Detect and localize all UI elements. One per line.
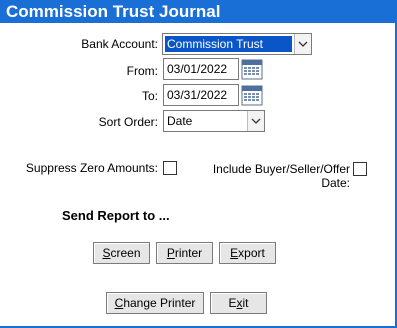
suppress-zero-checkbox[interactable]: [163, 161, 177, 175]
export-label: xport: [238, 246, 265, 260]
export-button[interactable]: Export: [219, 242, 276, 264]
bank-account-value: Commission Trust: [165, 36, 292, 52]
calendar-icon[interactable]: [241, 58, 263, 80]
sort-order-label: Sort Order:: [98, 115, 158, 129]
export-mnemonic: E: [230, 246, 239, 260]
screen-button[interactable]: Screen: [93, 242, 150, 264]
suppress-zero-label: Suppress Zero Amounts:: [25, 161, 158, 175]
chevron-down-icon[interactable]: [247, 111, 264, 131]
exit-button[interactable]: Exit: [210, 292, 267, 314]
from-date-input[interactable]: 03/01/2022: [163, 58, 239, 80]
sort-order-select[interactable]: Date: [163, 110, 265, 132]
to-date-input[interactable]: 03/31/2022: [163, 84, 239, 106]
chevron-down-icon[interactable]: [294, 34, 311, 54]
window-title: Commission Trust Journal: [0, 0, 397, 23]
send-report-heading: Send Report to ...: [62, 208, 170, 223]
bank-account-select[interactable]: Commission Trust: [162, 33, 312, 55]
to-label: To:: [141, 89, 158, 103]
include-dates-label: Include Buyer/Seller/Offer Date:: [212, 162, 350, 190]
change-printer-mnemonic: C: [114, 296, 124, 310]
calendar-icon[interactable]: [241, 84, 263, 106]
printer-mnemonic: P: [166, 246, 175, 260]
screen-label: creen: [110, 246, 141, 260]
bank-account-label: Bank Account:: [81, 37, 158, 51]
exit-label-pre: E: [228, 296, 237, 310]
include-dates-checkbox[interactable]: [353, 162, 367, 176]
printer-label: rinter: [174, 246, 203, 260]
sort-order-value: Date: [167, 114, 193, 128]
printer-button[interactable]: Printer: [156, 242, 213, 264]
change-printer-label: hange Printer: [123, 296, 196, 310]
from-label: From:: [126, 64, 158, 78]
change-printer-button[interactable]: Change Printer: [106, 292, 204, 314]
exit-label-rest: it: [242, 296, 249, 310]
